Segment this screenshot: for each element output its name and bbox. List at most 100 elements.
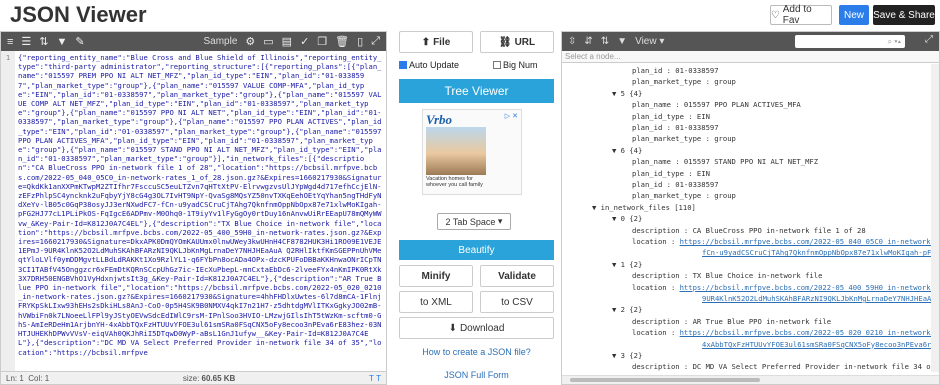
tree-node-text: plan_id : 01-0338597 [632, 180, 719, 189]
filter-icon[interactable]: ▼ [57, 36, 68, 48]
expand-icon[interactable]: ≡ [7, 36, 13, 48]
tree-node[interactable]: plan_id : 01-0338597 [632, 66, 719, 76]
action-column: ⬆ File ⛓ URL Auto Update Big Num Tree View… [399, 31, 554, 385]
fullscreen-icon[interactable]: ⤢ [371, 35, 380, 48]
tree-node[interactable]: ▼ in_network_files [110] [592, 203, 696, 213]
tree-node[interactable]: plan_market_type : group [632, 191, 736, 201]
tree-node-url[interactable]: fCn-u9yadCSCruCjTAhg7QknfnmOppNbOpx87e71… [702, 248, 932, 257]
url-button[interactable]: ⛓ URL [480, 31, 554, 53]
tree-node[interactable]: ▼ 5 {4} [612, 89, 642, 99]
to-xml-button[interactable]: to XML [399, 291, 473, 313]
tree-search-input[interactable]: ⌕ ▾▴ [795, 35, 905, 48]
json-editor-panel: ≡ ☰ ⇅ ▼ ✎ Sample ⚙ ▭ ▤ ✓ ❐ 🗑 ▯ ⤢ 1 {"rep… [0, 31, 387, 385]
tree-node-url[interactable]: https://bcbsil.mrfpve.bcbs.com/2022-05_0… [680, 328, 932, 337]
tree-node[interactable]: ▼ 3 {2} [612, 351, 642, 361]
big-num-checkbox[interactable]: Big Num [493, 60, 538, 70]
tree-node-text: location : [632, 237, 680, 246]
sample-link[interactable]: Sample [203, 36, 237, 47]
code-editor[interactable]: 1 {"reporting_entity_name":"Blue Cross a… [1, 51, 386, 372]
ad-image [426, 127, 486, 175]
download-icon: ⬇ [448, 322, 457, 334]
tree-node-text: ▼ 2 {2} [612, 305, 643, 315]
tree-node-text: description : DC MD VA Select Preferred … [632, 362, 932, 372]
tree-node[interactable]: description : DC MD VA Select Preferred … [632, 362, 932, 372]
minify-button[interactable]: Minify [399, 265, 473, 287]
tree-node-text: plan_id : 01-0338597 [632, 123, 719, 132]
to-csv-button[interactable]: to CSV [480, 291, 554, 313]
tree-node[interactable]: plan_id : 01-0338597 [632, 123, 719, 133]
delete-icon[interactable]: 🗑 [335, 35, 349, 48]
full-form-link[interactable]: JSON Full Form [399, 370, 554, 380]
tree-node[interactable]: plan_id_type : EIN [632, 169, 710, 179]
tree-node[interactable]: location : https://bcbsil.mrfpve.bcbs.co… [632, 283, 932, 293]
tree-node[interactable]: 4xAbbTQxFzHTUUvYFOE3ul61smSRa0FSqCNX5oFy… [702, 340, 932, 350]
scroll-thumb[interactable] [570, 378, 760, 382]
header: JSON Viewer ♡ Add to Fav New Save & Shar… [0, 0, 940, 30]
compact-icon[interactable]: ☰ [21, 35, 31, 48]
vertical-scrollbar[interactable] [931, 64, 939, 372]
tree-node[interactable]: fCn-u9yadCSCruCjTAhg7QknfnmOppNbOpx87e71… [702, 248, 932, 258]
sort-icon[interactable]: ⇅ [39, 35, 48, 48]
tree-node[interactable]: ▼ 6 {4} [612, 146, 642, 156]
check-icon[interactable]: ✓ [300, 35, 309, 48]
tab-space-select[interactable]: 2 Tab Space ▾ [437, 213, 511, 230]
tree-node[interactable]: plan_id_type : EIN [632, 112, 710, 122]
repair-icon[interactable]: ✎ [75, 35, 84, 48]
tree-node-url[interactable]: 9UR4KlnK52O2LdMuhSKAhBFARzNI9QKLJbKnMgLr… [702, 294, 932, 303]
tree-node[interactable]: ▼ 2 {2} [612, 305, 642, 315]
tree-node[interactable]: plan_name : 015597 PPO PLAN ACTIVES_MFA [632, 100, 801, 110]
tree-view[interactable]: plan_id : 01-0338597 plan_market_type : g… [562, 64, 932, 372]
copy-icon[interactable]: ❐ [317, 35, 327, 48]
sort-icon[interactable]: ⇅ [601, 36, 609, 47]
tree-node[interactable]: location : https://bcbsil.mrfpve.bcbs.co… [632, 237, 932, 247]
open-file-icon[interactable]: ▭ [263, 35, 273, 48]
tree-node-text: description : CA BlueCross PPO in-networ… [632, 225, 866, 235]
fullscreen-icon[interactable]: ⤢ [925, 34, 933, 45]
tree-viewer-button[interactable]: Tree Viewer [399, 79, 554, 103]
json-text[interactable]: {"reporting_entity_name":"Blue Cross and… [18, 53, 382, 357]
tree-node[interactable]: description : CA BlueCross PPO in-networ… [632, 226, 866, 236]
tree-node[interactable]: plan_market_type : group [632, 77, 736, 87]
auto-update-checkbox[interactable]: Auto Update [399, 60, 459, 70]
heart-icon: ♡ [771, 9, 783, 21]
tree-node-text: location : [632, 282, 680, 292]
view-dropdown[interactable]: View ▾ [635, 36, 664, 47]
tree-node-url[interactable]: 4xAbbTQxFzHTUUvYFOE3ul61smSRa0FSqCNX5oFy… [702, 340, 932, 349]
size-value: 60.65 KB [201, 373, 236, 383]
how-to-link[interactable]: How to create a JSON file? [399, 347, 554, 357]
collapse-all-icon[interactable]: ⇵ [584, 36, 592, 47]
tree-node[interactable]: ▼ 0 {2} [612, 214, 642, 224]
format-icon[interactable]: T T [369, 374, 381, 383]
tree-node[interactable]: ▼ 1 {2} [612, 260, 642, 270]
tree-node[interactable]: description : TX Blue Choice in-network … [632, 271, 822, 281]
settings-icon[interactable]: ⚙ [245, 35, 255, 48]
save-icon[interactable]: ▤ [282, 35, 292, 48]
validate-button[interactable]: Validate [480, 265, 554, 287]
app-title: JSON Viewer [10, 2, 147, 27]
tree-node-text: plan_name : 015597 PPO PLAN ACTIVES_MFA [632, 100, 801, 110]
tree-node-url[interactable]: https://bcbsil.mrfpve.bcbs.com/2022-05_0… [680, 237, 932, 246]
add-to-fav-button[interactable]: ♡ Add to Fav [770, 4, 832, 26]
tree-node-text: ▼ in_network_files [110] [592, 202, 696, 212]
ad-info-icon[interactable]: ▷ ✕ [505, 112, 518, 120]
tree-node[interactable]: plan_market_type : group [632, 134, 736, 144]
clipboard-icon[interactable]: ▯ [357, 35, 363, 48]
link-icon: ⛓ [498, 36, 512, 48]
beautify-button[interactable]: Beautify [399, 240, 554, 260]
advertisement[interactable]: Vrbo ▷ ✕ Vacation homes for whoever you … [422, 109, 522, 195]
download-button[interactable]: ⬇ Download [399, 317, 554, 339]
tree-node[interactable]: plan_id : 01-0338597 [632, 180, 719, 190]
tree-node[interactable]: plan_name : 015597 STAND PPO NI ALT NET_… [632, 157, 818, 167]
tree-node[interactable]: location : https://bcbsil.mrfpve.bcbs.co… [632, 328, 932, 338]
tree-node-url[interactable]: https://bcbsil.mrfpve.bcbs.com/2022-05_4… [680, 283, 932, 292]
new-button[interactable]: New [839, 5, 869, 25]
filter-icon[interactable]: ▼ [617, 36, 627, 47]
file-button[interactable]: ⬆ File [399, 31, 473, 53]
tree-node[interactable]: 9UR4KlnK52O2LdMuhSKAhBFARzNI9QKLJbKnMgLr… [702, 294, 932, 304]
expand-all-icon[interactable]: ⇳ [568, 36, 576, 47]
save-share-button[interactable]: Save & Share [873, 5, 935, 25]
tree-node-text: location : [632, 328, 680, 338]
horizontal-scrollbar[interactable] [562, 375, 939, 384]
tree-node[interactable]: description : AR True Blue PPO in-networ… [632, 317, 831, 327]
size-label: size: [182, 373, 200, 383]
